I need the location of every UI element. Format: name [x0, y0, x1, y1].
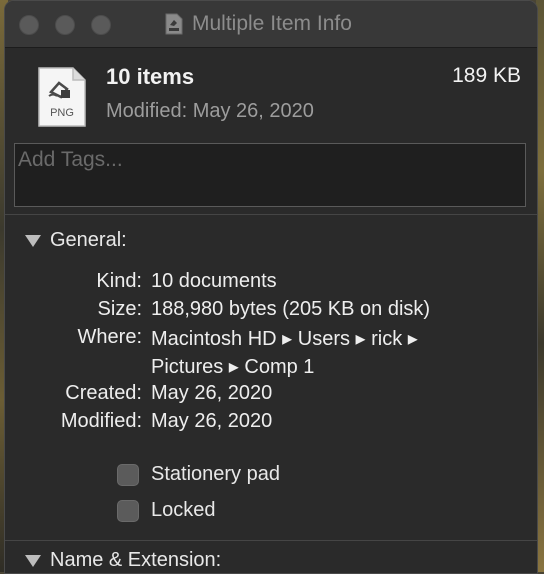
modified-date: Modified: May 26, 2020 [106, 100, 314, 122]
name-extension-section-toggle[interactable]: Name & Extension: [25, 549, 221, 572]
info-value: Pictures ▸ Comp 1 [151, 356, 315, 378]
section-divider [5, 214, 537, 215]
png-document-icon: PNG [38, 67, 86, 127]
checkbox-label: Locked [151, 499, 216, 521]
info-label: Size: [97, 298, 142, 320]
info-value: 10 documents [151, 270, 277, 292]
png-file-icon [165, 13, 183, 35]
info-value: May 26, 2020 [151, 410, 273, 432]
window-title: Multiple Item Info [192, 12, 352, 35]
name-extension-section-title: Name & Extension: [50, 549, 222, 571]
file-type-badge: PNG [50, 107, 74, 119]
general-section-title: General: [50, 229, 127, 251]
general-section-toggle[interactable]: General: [25, 229, 127, 252]
title-bar[interactable]: Multiple Item Info [5, 1, 537, 48]
stationery-pad-option[interactable]: Stationery pad [117, 463, 280, 486]
zoom-button[interactable] [91, 15, 111, 35]
disclosure-triangle-icon[interactable] [25, 234, 41, 247]
info-value: 188,980 bytes (205 KB on disk) [151, 298, 431, 320]
info-label: Modified: [60, 410, 142, 432]
minimize-button[interactable] [55, 15, 75, 35]
window-title-group: Multiple Item Info [165, 12, 352, 36]
info-label: Created: [65, 382, 142, 404]
summary-header: PNG 10 items 189 KB Modified: May 26, 20… [5, 48, 537, 144]
locked-option[interactable]: Locked [117, 499, 216, 522]
locked-checkbox[interactable] [117, 499, 139, 522]
disclosure-triangle-icon[interactable] [25, 554, 41, 567]
stationery-pad-checkbox[interactable] [117, 463, 139, 486]
info-window: Multiple Item Info PNG 10 items 189 KB M… [4, 0, 538, 574]
close-button[interactable] [19, 15, 39, 35]
info-value: May 26, 2020 [151, 382, 273, 404]
checkbox-label: Stationery pad [151, 463, 280, 485]
info-value: Macintosh HD ▸ Users ▸ rick ▸ [151, 328, 418, 350]
info-label: Where: [77, 326, 142, 348]
total-size: 189 KB [452, 64, 521, 87]
tags-field[interactable]: Add Tags... [14, 143, 526, 207]
section-divider [5, 540, 537, 541]
item-count: 10 items [106, 64, 195, 89]
info-label: Kind: [96, 270, 142, 292]
